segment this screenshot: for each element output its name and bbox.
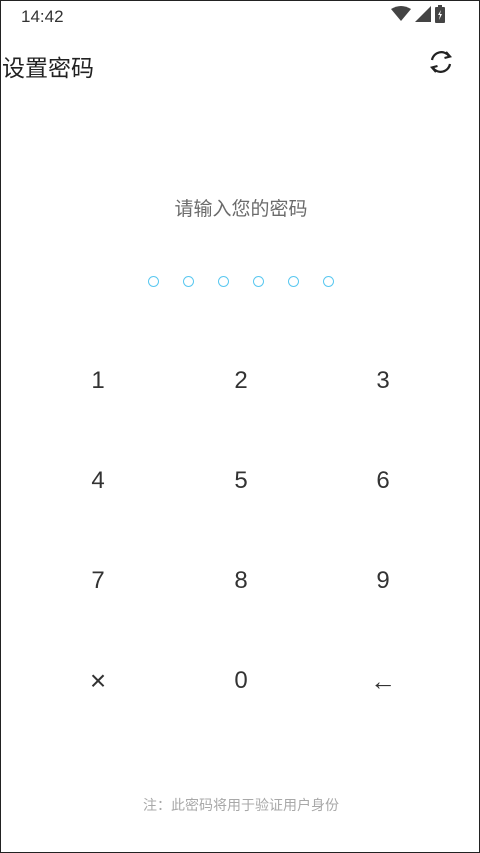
status-time: 14:42 [21, 7, 64, 26]
password-prompt: 请输入您的密码 [174, 198, 308, 220]
app-screen: 14:42 设置密码 请输入您的密码 1 2 3 4 5 6 7 8 9 × 0… [0, 0, 480, 853]
key-4[interactable]: 4 [38, 431, 158, 531]
wifi-icon [391, 6, 411, 26]
key-5[interactable]: 5 [181, 431, 301, 531]
clear-key[interactable]: × [38, 631, 158, 731]
pin-dot [183, 276, 194, 287]
key-6[interactable]: 6 [323, 431, 443, 531]
refresh-button[interactable] [424, 47, 458, 81]
status-icons [391, 5, 445, 27]
signal-icon [415, 6, 431, 26]
pin-dots [1, 276, 480, 287]
status-bar: 14:42 [1, 1, 480, 33]
header: 设置密码 [1, 41, 480, 87]
battery-icon [435, 5, 445, 27]
hint-note: 注：此密码将用于验证用户身份 [143, 798, 339, 814]
pin-dot [323, 276, 334, 287]
backspace-key[interactable]: ← [323, 631, 443, 731]
pin-dot [148, 276, 159, 287]
key-1[interactable]: 1 [38, 331, 158, 431]
pin-dot [288, 276, 299, 287]
pin-dot [218, 276, 229, 287]
key-2[interactable]: 2 [181, 331, 301, 431]
key-9[interactable]: 9 [323, 531, 443, 631]
key-3[interactable]: 3 [323, 331, 443, 431]
key-0[interactable]: 0 [181, 631, 301, 731]
key-7[interactable]: 7 [38, 531, 158, 631]
refresh-icon [427, 48, 455, 80]
key-8[interactable]: 8 [181, 531, 301, 631]
pin-dot [253, 276, 264, 287]
page-title: 设置密码 [2, 56, 94, 82]
